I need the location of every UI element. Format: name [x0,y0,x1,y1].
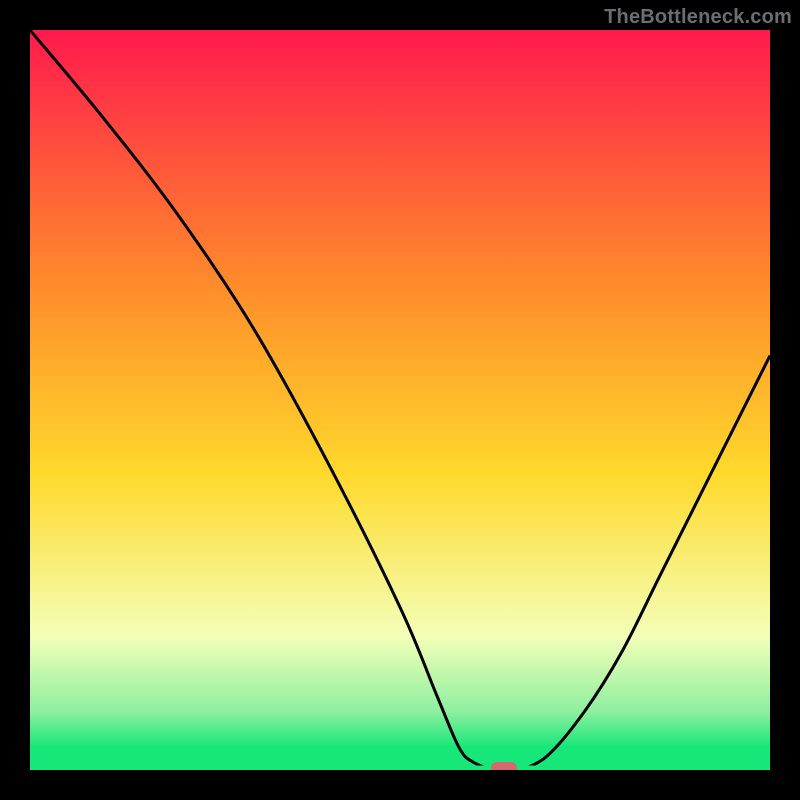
bottleneck-curve [30,30,770,770]
chart-frame: TheBottleneck.com [0,0,800,800]
watermark-text: TheBottleneck.com [604,6,792,29]
optimal-point-marker [491,762,517,770]
plot-area [30,30,770,770]
